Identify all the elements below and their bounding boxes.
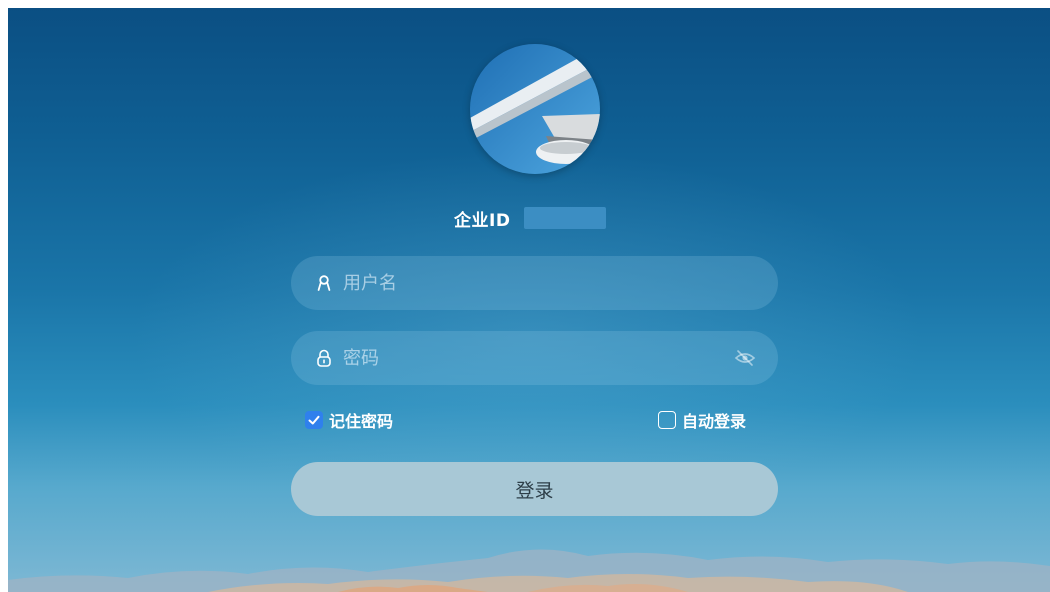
remember-password-label[interactable]: 记住密码	[329, 408, 393, 432]
remember-password-checkbox[interactable]	[305, 411, 323, 429]
remember-password-option[interactable]: 记住密码	[305, 408, 393, 432]
username-input[interactable]	[343, 256, 778, 310]
login-button[interactable]: 登录	[291, 462, 778, 516]
lock-icon	[317, 349, 331, 367]
company-id-label: 企业ID	[454, 210, 511, 231]
auto-login-label[interactable]: 自动登录	[682, 408, 746, 432]
eye-off-icon[interactable]	[734, 349, 756, 367]
login-page: 企业ID 记住密码 自动登录 登录	[8, 8, 1050, 592]
check-icon	[308, 415, 320, 425]
auto-login-option[interactable]: 自动登录	[658, 408, 746, 432]
company-id-row: 企业ID	[454, 206, 607, 231]
avatar	[470, 44, 600, 174]
password-input[interactable]	[343, 331, 734, 385]
user-icon	[317, 275, 331, 291]
password-field[interactable]	[291, 331, 778, 385]
auto-login-checkbox[interactable]	[658, 411, 676, 429]
username-field[interactable]	[291, 256, 778, 310]
cloud-horizon	[8, 549, 1050, 592]
company-id-value	[524, 207, 607, 229]
